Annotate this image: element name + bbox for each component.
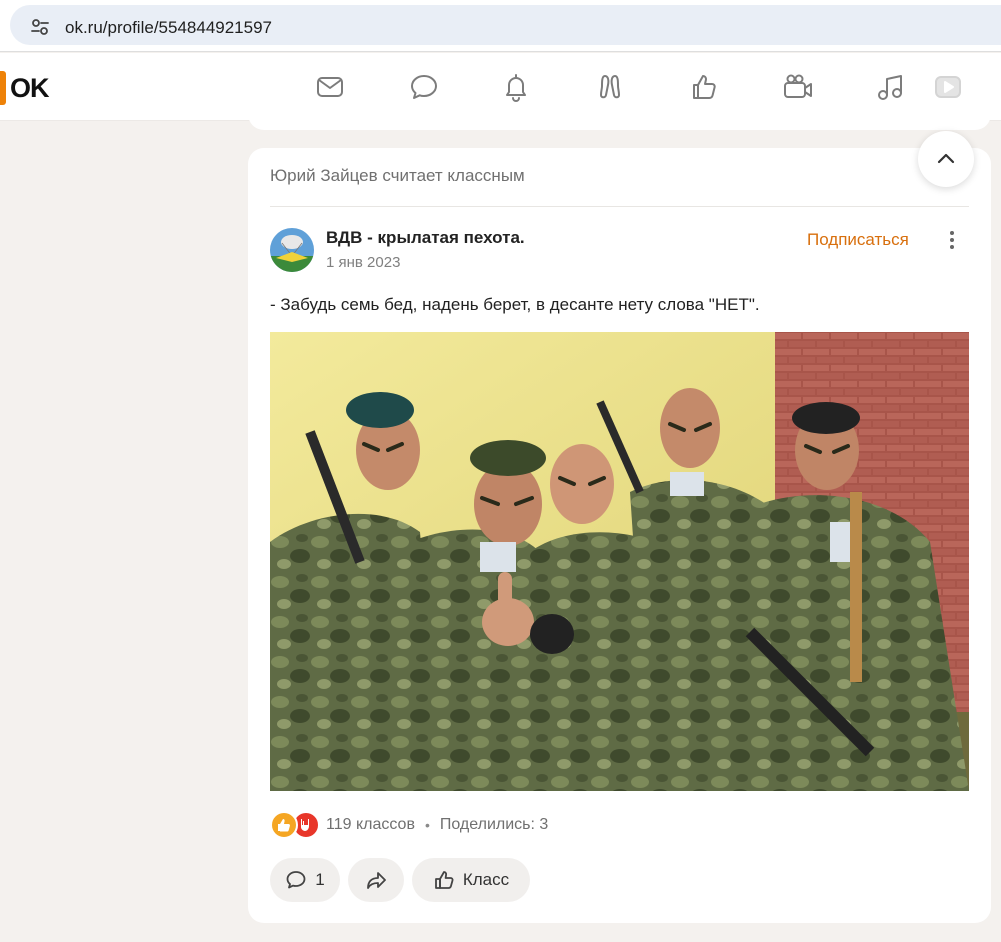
video-icon[interactable] bbox=[780, 69, 816, 105]
comment-button[interactable]: 1 bbox=[270, 858, 340, 902]
events-icon[interactable] bbox=[686, 69, 722, 105]
post-photo[interactable] bbox=[270, 332, 969, 791]
post-context-text[interactable]: Юрий Зайцев считает классным bbox=[270, 166, 525, 186]
chevron-up-icon bbox=[937, 153, 955, 164]
comment-icon bbox=[286, 871, 306, 889]
divider bbox=[270, 206, 969, 207]
comment-count: 1 bbox=[315, 870, 325, 889]
post-author[interactable]: ВДВ - крылатая пехота. bbox=[326, 228, 525, 248]
scroll-to-top-button[interactable] bbox=[918, 131, 974, 187]
reactions-summary[interactable]: 119 классов • Поделились: 3 bbox=[270, 810, 548, 840]
more-options-icon[interactable] bbox=[940, 228, 964, 252]
separator: • bbox=[424, 817, 430, 833]
class-label: Класс bbox=[462, 870, 510, 889]
like-reaction-icon bbox=[270, 811, 298, 839]
music-icon[interactable] bbox=[872, 69, 908, 105]
shares-count[interactable]: Поделились: 3 bbox=[440, 816, 548, 834]
guests-icon[interactable] bbox=[592, 69, 628, 105]
likes-count[interactable]: 119 классов bbox=[326, 816, 415, 834]
discussions-icon[interactable] bbox=[406, 69, 442, 105]
ok-logo-text: OK bbox=[10, 72, 49, 103]
site-settings-icon[interactable] bbox=[30, 17, 50, 37]
class-like-button[interactable]: Класс bbox=[412, 858, 530, 902]
address-bar[interactable]: ok.ru/profile/554844921597 bbox=[10, 5, 1001, 45]
browser-toolbar: ok.ru/profile/554844921597 bbox=[0, 0, 1001, 52]
ok-logo[interactable]: OK bbox=[0, 71, 49, 105]
share-button[interactable] bbox=[348, 858, 404, 902]
video-player-icon[interactable] bbox=[930, 69, 966, 105]
post-date[interactable]: 1 янв 2023 bbox=[326, 254, 400, 271]
thumbs-up-icon bbox=[434, 871, 454, 889]
group-avatar[interactable] bbox=[270, 228, 314, 272]
previous-post-card bbox=[248, 110, 991, 130]
notifications-icon[interactable] bbox=[498, 69, 534, 105]
feed-post-card: Юрий Зайцев считает классным ВДВ - крыла… bbox=[248, 148, 991, 923]
share-icon bbox=[367, 872, 386, 889]
post-text: - Забудь семь бед, надень берет, в десан… bbox=[270, 295, 760, 314]
ok-logo-mark bbox=[0, 71, 6, 105]
subscribe-button[interactable]: Подписаться bbox=[807, 230, 909, 250]
messages-icon[interactable] bbox=[312, 69, 348, 105]
url-text[interactable]: ok.ru/profile/554844921597 bbox=[65, 18, 272, 38]
